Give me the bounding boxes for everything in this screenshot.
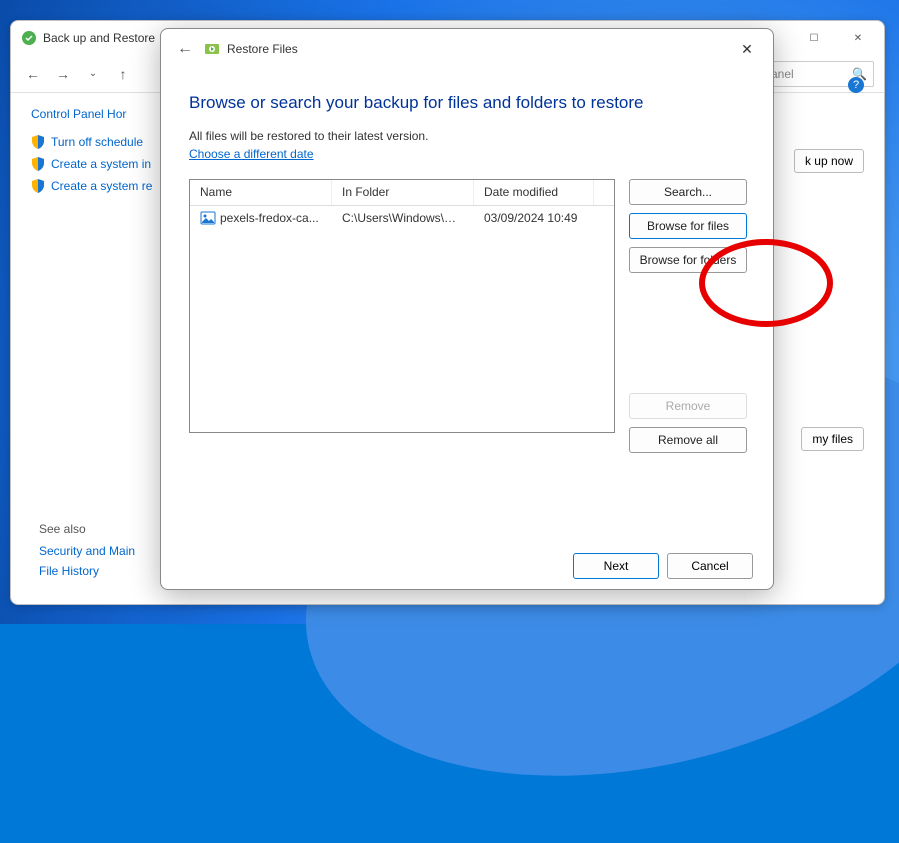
shield-icon bbox=[31, 179, 45, 193]
search-button[interactable]: Search... bbox=[629, 179, 747, 205]
dialog-title: Restore Files bbox=[227, 42, 298, 56]
image-file-icon bbox=[200, 210, 216, 226]
sidebar-link-label: Create a system re bbox=[51, 179, 152, 193]
col-spacer bbox=[594, 180, 614, 205]
remove-all-button[interactable]: Remove all bbox=[629, 427, 747, 453]
nav-up-icon[interactable]: ↑ bbox=[111, 62, 135, 86]
see-also-security[interactable]: Security and Main bbox=[39, 544, 135, 558]
next-button[interactable]: Next bbox=[573, 553, 659, 579]
restore-my-files-button[interactable]: my files bbox=[801, 427, 864, 451]
sidebar-link-label: Create a system in bbox=[51, 157, 151, 171]
dialog-footer: Next Cancel bbox=[161, 543, 773, 589]
nav-forward-icon[interactable]: → bbox=[51, 62, 75, 86]
file-list-panel: Name In Folder Date modified pexels-fred… bbox=[189, 179, 615, 433]
dialog-heading: Browse or search your backup for files a… bbox=[189, 93, 745, 113]
dialog-back-icon[interactable]: ← bbox=[171, 35, 199, 63]
dialog-titlebar: ← Restore Files ✕ bbox=[161, 29, 773, 69]
control-panel-home-link[interactable]: Control Panel Hor bbox=[31, 107, 181, 121]
nav-back-icon[interactable]: ← bbox=[21, 62, 45, 86]
bg-title: Back up and Restore bbox=[43, 31, 155, 45]
search-placeholder: anel bbox=[771, 67, 794, 81]
see-also-filehistory[interactable]: File History bbox=[39, 564, 135, 578]
sidebar-link-label: Turn off schedule bbox=[51, 135, 143, 149]
shield-icon bbox=[31, 135, 45, 149]
shield-icon bbox=[31, 157, 45, 171]
help-icon[interactable]: ? bbox=[848, 77, 864, 93]
browse-files-button[interactable]: Browse for files bbox=[629, 213, 747, 239]
restore-files-dialog: ← Restore Files ✕ Browse or search your … bbox=[160, 28, 774, 590]
browse-folders-button[interactable]: Browse for folders bbox=[629, 247, 747, 273]
see-also-header: See also bbox=[39, 522, 135, 536]
choose-date-link[interactable]: Choose a different date bbox=[189, 147, 314, 161]
list-header: Name In Folder Date modified bbox=[190, 180, 614, 206]
row-name: pexels-fredox-ca... bbox=[220, 211, 319, 225]
see-also-section: See also Security and Main File History bbox=[39, 522, 135, 584]
sidebar-link-schedule[interactable]: Turn off schedule bbox=[31, 135, 181, 149]
backup-now-button[interactable]: k up now bbox=[794, 149, 864, 173]
dialog-subtext: All files will be restored to their late… bbox=[189, 129, 745, 143]
dialog-close-button[interactable]: ✕ bbox=[725, 33, 769, 65]
backup-icon bbox=[21, 30, 37, 46]
close-bg-button[interactable]: ✕ bbox=[836, 23, 880, 53]
list-row[interactable]: pexels-fredox-ca... C:\Users\Windows\Pic… bbox=[190, 206, 614, 230]
nav-dropdown-icon[interactable]: ⌄ bbox=[81, 62, 105, 86]
row-date: 03/09/2024 10:49 bbox=[474, 211, 594, 225]
cancel-button[interactable]: Cancel bbox=[667, 553, 753, 579]
sidebar-link-image[interactable]: Create a system in bbox=[31, 157, 181, 171]
action-buttons: Search... Browse for files Browse for fo… bbox=[629, 179, 747, 453]
bg-sidebar: Control Panel Hor Turn off schedule Crea… bbox=[31, 107, 181, 201]
row-folder: C:\Users\Windows\Pic... bbox=[332, 211, 474, 225]
restore-icon bbox=[203, 40, 221, 58]
remove-button[interactable]: Remove bbox=[629, 393, 747, 419]
maximize-button[interactable]: ☐ bbox=[792, 23, 836, 53]
col-folder[interactable]: In Folder bbox=[332, 180, 474, 205]
col-date[interactable]: Date modified bbox=[474, 180, 594, 205]
col-name[interactable]: Name bbox=[190, 180, 332, 205]
sidebar-link-repair[interactable]: Create a system re bbox=[31, 179, 181, 193]
